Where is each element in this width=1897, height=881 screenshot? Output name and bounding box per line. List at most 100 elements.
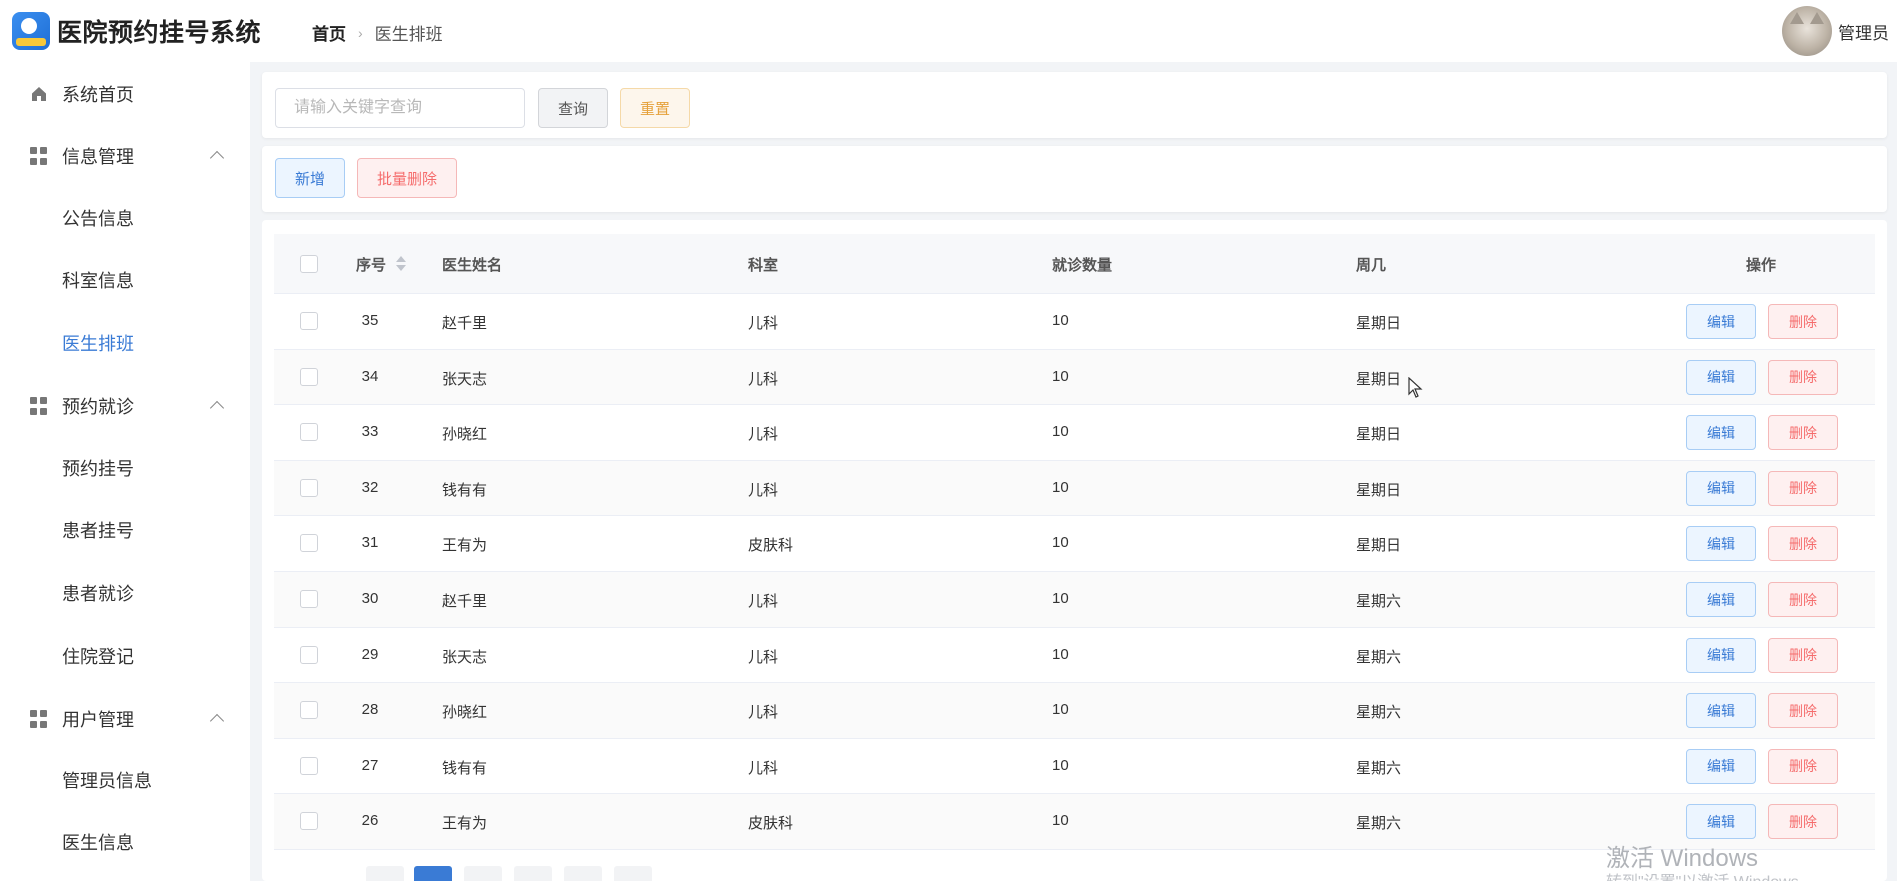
reset-button[interactable]: 重置 — [620, 88, 690, 128]
sidebar-item-label: 管理员信息 — [62, 771, 152, 791]
edit-button[interactable]: 编辑 — [1686, 415, 1756, 451]
delete-button[interactable]: 删除 — [1768, 359, 1838, 395]
row-checkbox[interactable] — [300, 812, 318, 831]
cell-weekday: 星期日 — [1356, 537, 1402, 555]
cell-doctor: 王有为 — [442, 815, 488, 833]
row-checkbox[interactable] — [300, 756, 318, 775]
cell-id: 26 — [361, 812, 379, 830]
sidebar-item-label: 预约挂号 — [62, 459, 134, 479]
column-header-id[interactable]: 序号 — [356, 254, 386, 275]
sidebar-item-patient-register[interactable]: 患者挂号 — [0, 510, 250, 550]
home-icon — [30, 85, 48, 103]
delete-button[interactable]: 删除 — [1768, 304, 1838, 339]
page-button[interactable] — [514, 866, 552, 881]
sidebar-item-home[interactable]: 系统首页 — [0, 74, 250, 114]
row-checkbox[interactable] — [300, 312, 318, 330]
page-button-current[interactable] — [414, 866, 452, 881]
column-header-weekday: 周几 — [1356, 257, 1387, 274]
next-page-button[interactable] — [614, 866, 652, 881]
sort-icon[interactable] — [396, 256, 406, 272]
cell-count: 10 — [1052, 423, 1069, 441]
prev-page-button[interactable] — [366, 866, 404, 881]
row-checkbox[interactable] — [300, 645, 318, 664]
delete-button[interactable]: 删除 — [1768, 470, 1838, 506]
edit-button[interactable]: 编辑 — [1686, 693, 1756, 729]
sidebar-group-users[interactable]: 用户管理 — [0, 699, 250, 739]
windows-activation-hint: 转到"设置"以激活 Windows。 — [1606, 868, 1815, 881]
table-row: 27 钱有有 儿科 10 星期六 编辑 删除 — [274, 739, 1875, 795]
mouse-cursor-icon — [1408, 377, 1423, 398]
cell-weekday: 星期六 — [1356, 593, 1402, 610]
row-checkbox[interactable] — [300, 590, 318, 608]
avatar[interactable] — [1782, 6, 1832, 56]
add-button[interactable]: 新增 — [275, 158, 345, 198]
table-row: 32 钱有有 儿科 10 星期日 编辑 删除 — [274, 460, 1875, 517]
sidebar-item-label: 患者挂号 — [62, 521, 134, 541]
sidebar-item-department[interactable]: 科室信息 — [0, 260, 250, 300]
edit-button[interactable]: 编辑 — [1686, 470, 1756, 506]
edit-button[interactable]: 编辑 — [1686, 304, 1756, 339]
select-all-checkbox[interactable] — [300, 255, 318, 273]
cell-department: 儿科 — [748, 704, 779, 722]
query-button[interactable]: 查询 — [538, 88, 608, 128]
edit-button[interactable]: 编辑 — [1686, 804, 1756, 840]
cell-count: 10 — [1052, 478, 1069, 496]
cell-weekday: 星期日 — [1356, 370, 1402, 388]
delete-button[interactable]: 删除 — [1768, 582, 1838, 617]
cell-count: 10 — [1052, 812, 1069, 830]
user-name[interactable]: 管理员 — [1838, 19, 1889, 44]
cell-doctor: 赵千里 — [442, 593, 488, 610]
page-button[interactable] — [564, 866, 602, 881]
sidebar-item-patient-visit[interactable]: 患者就诊 — [0, 573, 250, 613]
sidebar-item-hospitalization[interactable]: 住院登记 — [0, 636, 250, 676]
sidebar-group-info[interactable]: 信息管理 — [0, 136, 250, 176]
table-row: 30 赵千里 儿科 10 星期六 编辑 删除 — [274, 572, 1875, 628]
cell-weekday: 星期日 — [1356, 481, 1402, 499]
edit-button[interactable]: 编辑 — [1686, 582, 1756, 617]
edit-button[interactable]: 编辑 — [1686, 748, 1756, 784]
sidebar-item-doctor-info[interactable]: 医生信息 — [0, 822, 250, 862]
delete-button[interactable]: 删除 — [1768, 693, 1838, 729]
row-checkbox[interactable] — [300, 534, 318, 553]
edit-button[interactable]: 编辑 — [1686, 359, 1756, 395]
sidebar-group-appointment[interactable]: 预约就诊 — [0, 386, 250, 426]
cell-weekday: 星期六 — [1356, 815, 1402, 833]
chevron-up-icon — [209, 713, 225, 729]
row-checkbox[interactable] — [300, 367, 318, 386]
hospital-logo-icon — [12, 12, 50, 50]
cell-department: 儿科 — [748, 593, 779, 610]
cell-weekday: 星期日 — [1356, 315, 1402, 332]
search-input[interactable] — [275, 88, 525, 128]
cell-department: 皮肤科 — [748, 537, 794, 555]
row-checkbox[interactable] — [300, 478, 318, 497]
sidebar-item-label: 医生排班 — [62, 334, 134, 354]
sidebar-item-notice[interactable]: 公告信息 — [0, 198, 250, 238]
sidebar-group-label: 预约就诊 — [62, 397, 134, 417]
sidebar-item-booking[interactable]: 预约挂号 — [0, 448, 250, 488]
row-checkbox[interactable] — [300, 701, 318, 720]
delete-button[interactable]: 删除 — [1768, 804, 1838, 840]
chevron-up-icon — [209, 150, 225, 166]
breadcrumb: 首页 › 医生排班 — [312, 20, 443, 45]
breadcrumb-home[interactable]: 首页 — [312, 20, 346, 45]
column-header-department: 科室 — [748, 257, 779, 274]
table-row: 28 孙晓红 儿科 10 星期六 编辑 删除 — [274, 683, 1875, 739]
edit-button[interactable]: 编辑 — [1686, 526, 1756, 562]
breadcrumb-current: 医生排班 — [374, 25, 443, 44]
cell-id: 29 — [361, 645, 379, 663]
delete-button[interactable]: 删除 — [1768, 415, 1838, 451]
delete-button[interactable]: 删除 — [1768, 748, 1838, 784]
table-row: 29 张天志 儿科 10 星期六 编辑 删除 — [274, 628, 1875, 684]
edit-button[interactable]: 编辑 — [1686, 637, 1756, 673]
row-checkbox[interactable] — [300, 423, 318, 442]
sidebar-item-schedule[interactable]: 医生排班 — [0, 323, 250, 363]
delete-button[interactable]: 删除 — [1768, 526, 1838, 562]
user-menu[interactable]: 管理员 — [1782, 6, 1889, 56]
sidebar-item-label: 公告信息 — [62, 209, 134, 229]
cell-department: 皮肤科 — [748, 815, 794, 833]
sidebar-item-admin-info[interactable]: 管理员信息 — [0, 760, 250, 800]
page-button[interactable] — [464, 866, 502, 881]
delete-button[interactable]: 删除 — [1768, 637, 1838, 673]
batch-delete-button[interactable]: 批量删除 — [357, 158, 457, 198]
cell-doctor: 赵千里 — [442, 315, 488, 332]
